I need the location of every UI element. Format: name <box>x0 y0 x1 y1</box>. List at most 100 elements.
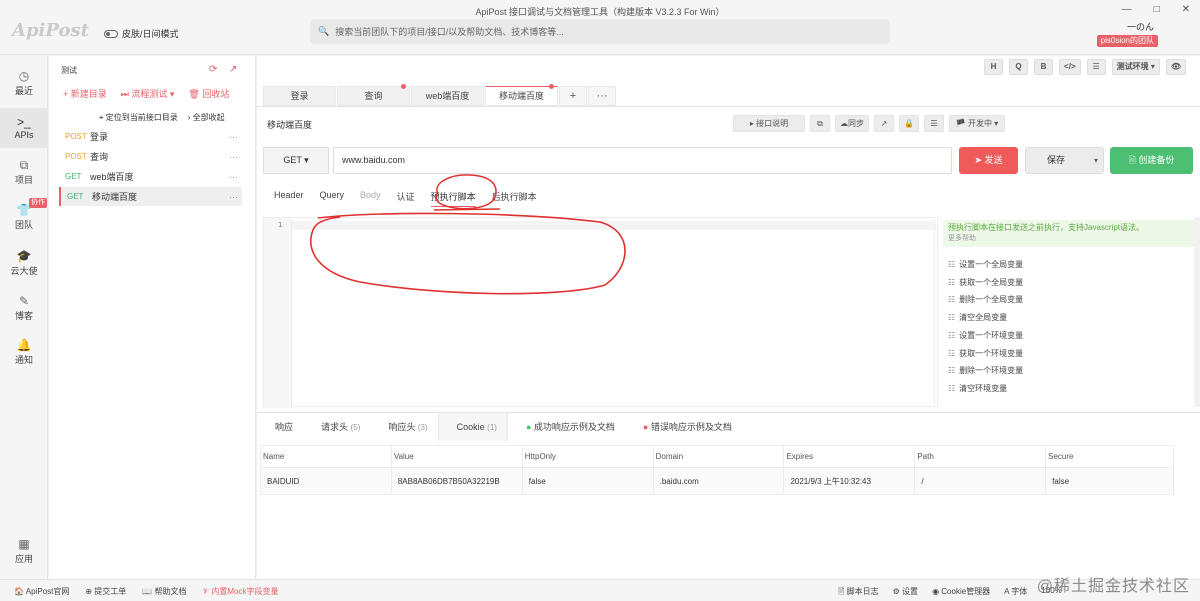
method-badge: POST <box>65 152 87 161</box>
dev-status-select[interactable]: 🏴 开发中 ▾ <box>949 115 1005 132</box>
nav-item-apps[interactable]: ▦ 应用 <box>0 536 48 565</box>
snippet-clear-env[interactable]: ☷ 清空环境变量 <box>948 383 1007 394</box>
settings-button[interactable]: ⚙ 设置 <box>893 586 918 600</box>
resp-tab-request-headers[interactable]: 请求头 (5) <box>303 413 370 441</box>
subtab-post-script[interactable]: 后执行脚本 <box>492 190 537 207</box>
nav-item-recent[interactable]: ◷ 最近 <box>0 68 48 97</box>
team-badge[interactable]: pis0sion的团队 <box>1096 35 1158 47</box>
database-button[interactable]: ☰ <box>924 115 944 132</box>
nav-item-ambassador[interactable]: 🎓 云大使 <box>0 248 48 277</box>
tree-item-label: web端百度 <box>90 172 134 182</box>
subtab-body[interactable]: Body <box>360 190 381 207</box>
snippet-get-global[interactable]: ☷ 获取一个全局变量 <box>948 277 1023 288</box>
url-input[interactable]: www.baidu.com <box>333 147 952 174</box>
more-help-link[interactable]: 更多帮助 <box>948 233 1193 244</box>
subtab-auth[interactable]: 认证 <box>397 190 415 207</box>
heading-tool-button[interactable]: H <box>984 59 1004 75</box>
more-icon[interactable]: ··· <box>229 192 238 202</box>
snippet-set-global[interactable]: ☷ 设置一个全局变量 <box>948 259 1023 270</box>
nav-item-apis[interactable]: >_ APIs <box>0 108 48 148</box>
environment-select[interactable]: 测试环境 ▾ <box>1111 59 1160 75</box>
app-logo: ApiPost <box>12 20 89 41</box>
copy-button[interactable]: ⧉ <box>810 115 830 132</box>
edit-icon: ✎ <box>18 294 30 308</box>
lock-button[interactable]: 🔒 <box>899 115 919 132</box>
resp-tab-cookie[interactable]: Cookie (1) <box>437 413 508 441</box>
tab-web-baidu[interactable]: web端百度 <box>411 86 484 106</box>
col-path: Path <box>914 445 1047 468</box>
collapse-all-button[interactable]: › 全部收起 <box>188 112 225 123</box>
resp-tab-error-example[interactable]: ● 错误响应示例及文档 <box>625 413 742 441</box>
api-doc-button[interactable]: ▸ 接口说明 <box>733 115 805 132</box>
more-icon[interactable]: ··· <box>229 152 238 162</box>
method-select[interactable]: GET ▾ <box>263 147 329 174</box>
quote-tool-button[interactable]: Q <box>1009 59 1029 75</box>
locate-current-button[interactable]: ⌖ 定位到当前接口目录 <box>99 112 178 123</box>
maximize-button[interactable]: □ <box>1154 4 1160 15</box>
status-help-link[interactable]: 📖 帮助文档 <box>142 586 186 597</box>
scrollbar[interactable] <box>1194 217 1200 407</box>
nav-item-blog[interactable]: ✎ 博客 <box>0 293 48 322</box>
code-tool-button[interactable]: </> <box>1059 59 1081 75</box>
grid-icon: ▦ <box>18 537 30 551</box>
global-search-input[interactable]: 🔍 搜索当前团队下的项目/接口/以及帮助文档、技术博客等... <box>310 19 890 44</box>
settings-tool-button[interactable]: ☰ <box>1086 59 1106 75</box>
snippet-delete-global[interactable]: ☷ 删除一个全局变量 <box>948 294 1023 305</box>
user-name[interactable]: 一のん <box>1127 20 1154 33</box>
title-bar: ApiPost 皮肤/日间模式 ApiPost 接口调试与文档管理工具（构建版本… <box>0 0 1200 55</box>
font-button[interactable]: A 字体 <box>1004 586 1027 600</box>
nav-item-notifications[interactable]: 🔔 通知 <box>0 337 48 366</box>
status-mock-link[interactable]: 𝒱 内置Mock字段变量 <box>202 586 278 597</box>
subtab-query[interactable]: Query <box>320 190 345 207</box>
theme-toggle[interactable]: 皮肤/日间模式 <box>104 27 179 40</box>
search-placeholder: 搜索当前团队下的项目/接口/以及帮助文档、技术博客等... <box>335 27 564 37</box>
tree-item-login[interactable]: POST 登录 ··· <box>59 127 242 146</box>
col-expires: Expires <box>783 445 916 468</box>
eye-icon[interactable]: 👁 <box>1165 59 1186 75</box>
recycle-bin-button[interactable]: 🗑 回收站 <box>188 87 229 100</box>
resp-tab-response-headers[interactable]: 响应头 (3) <box>370 413 437 441</box>
tab-mobile-baidu[interactable]: 移动端百度 <box>485 84 558 106</box>
cookie-manager-button[interactable]: ◉ Cookie管理器 <box>932 586 990 600</box>
tree-item-mobile-baidu[interactable]: GET 移动端百度 ··· <box>59 187 242 206</box>
tree-item-label: 查询 <box>90 152 109 162</box>
snippet-set-env[interactable]: ☷ 设置一个环境变量 <box>948 330 1023 341</box>
tab-more-button[interactable]: ··· <box>588 86 616 106</box>
bold-tool-button[interactable]: B <box>1034 59 1054 75</box>
tree-item-label: 移动端百度 <box>92 192 138 202</box>
script-editor[interactable]: 1 <box>263 217 936 408</box>
add-tab-button[interactable]: + <box>559 86 587 106</box>
snippet-clear-global[interactable]: ☷ 清空全局变量 <box>948 312 1007 323</box>
tab-login[interactable]: 登录 <box>263 86 336 106</box>
send-button[interactable]: ➤ 发送 <box>959 147 1018 174</box>
snippet-delete-env[interactable]: ☷ 删除一个环境变量 <box>948 365 1023 376</box>
nav-item-projects[interactable]: ⧉ 项目 <box>0 157 48 186</box>
resp-tab-response[interactable]: 响应 <box>257 413 303 441</box>
more-icon[interactable]: ··· <box>229 132 238 142</box>
tree-item-query[interactable]: POST 查询 ··· <box>59 147 242 166</box>
tab-query[interactable]: 查询 <box>337 84 410 106</box>
minimize-button[interactable]: — <box>1122 4 1132 15</box>
share-icon[interactable]: ↗ <box>229 64 237 75</box>
snippet-get-env[interactable]: ☷ 获取一个环境变量 <box>948 348 1023 359</box>
resp-tab-success-example[interactable]: ● 成功响应示例及文档 <box>508 413 625 441</box>
flow-test-button[interactable]: ⏭ 流程测试 ▾ <box>121 87 175 100</box>
bell-icon: 🔔 <box>16 338 32 352</box>
subtab-pre-script[interactable]: 预执行脚本 <box>430 190 476 207</box>
share-button[interactable]: ↗ <box>874 115 894 132</box>
subtab-header[interactable]: Header <box>274 190 304 207</box>
script-log-button[interactable]: 🗎 脚本日志 <box>838 586 879 600</box>
refresh-icon[interactable]: ⟳ <box>209 64 217 75</box>
api-title[interactable]: 移动端百度 <box>267 118 312 131</box>
status-website-link[interactable]: 🏠 ApiPost官网 <box>14 586 69 597</box>
script-hint: 预执行脚本在接口发送之前执行，支持Javascript语法。 更多帮助 <box>943 220 1198 247</box>
more-icon[interactable]: ··· <box>229 172 238 182</box>
close-button[interactable]: ✕ <box>1182 4 1190 15</box>
create-backup-button[interactable]: 🗎 创建备份 <box>1110 147 1193 174</box>
save-button[interactable]: 保存 ▾ <box>1025 147 1104 174</box>
sync-button[interactable]: ☁同步 <box>835 115 869 132</box>
tree-item-web-baidu[interactable]: GET web端百度 ··· <box>59 167 242 186</box>
new-directory-button[interactable]: + 新建目录 <box>63 87 107 100</box>
save-dropdown-caret[interactable]: ▾ <box>1094 148 1098 173</box>
status-ticket-link[interactable]: ⊕ 提交工单 <box>85 586 126 597</box>
